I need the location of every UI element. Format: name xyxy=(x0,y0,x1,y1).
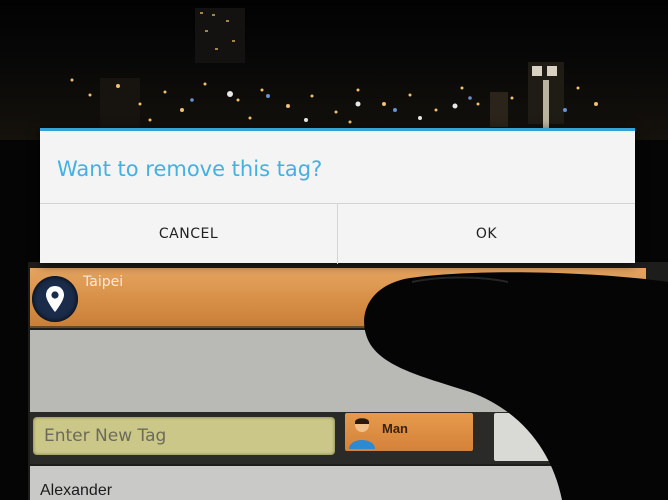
cancel-button[interactable]: CANCEL xyxy=(40,204,338,264)
add-button-label: A xyxy=(540,429,551,445)
contact-list-item[interactable]: Alexander xyxy=(30,466,646,500)
dialog-title: Want to remove this tag? xyxy=(57,157,323,181)
map-pin-icon[interactable] xyxy=(32,276,78,322)
remove-tag-dialog: Want to remove this tag? CANCEL OK xyxy=(40,128,635,264)
contact-name: Alexander xyxy=(40,482,113,499)
person-avatar-icon xyxy=(349,418,375,449)
gender-label: Man xyxy=(382,421,408,436)
new-tag-input[interactable]: Enter New Tag xyxy=(33,417,335,455)
add-tag-button[interactable]: A xyxy=(494,413,574,461)
gender-button[interactable]: Man xyxy=(345,413,473,451)
dialog-button-bar: CANCEL OK xyxy=(40,203,635,264)
ok-button[interactable]: OK xyxy=(338,204,635,264)
location-bar[interactable]: Taipei xyxy=(30,268,646,328)
background-city-scene xyxy=(0,0,668,140)
content-panel xyxy=(30,330,646,412)
location-name: Taipei xyxy=(83,274,124,290)
